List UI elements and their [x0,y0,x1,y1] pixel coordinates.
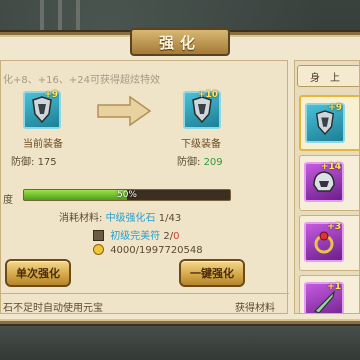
enhance-progress-bar: 50% [23,189,231,201]
side-list-item[interactable]: +1 [299,275,359,313]
charm-name[interactable]: 初级完美符 [110,231,160,242]
one-click-enhance-label: 一键强化 [190,267,234,280]
next-defense-label: 防御: [177,157,201,168]
item-icon-frame: +1 [304,282,344,313]
background-rail [40,0,44,30]
current-equip-defense: 防御: 175 [11,153,57,168]
charm-have: 2/ [163,231,174,242]
consume-label: 消耗材料: [59,213,103,224]
side-list-item[interactable]: +14 [299,155,359,211]
item-bonus: +3 [327,222,341,232]
next-equip-defense: 防御: 209 [177,153,223,168]
material-stone-row: 消耗材料: 中级强化石 1/43 [59,209,181,224]
item-icon-frame: +9 [305,103,345,143]
background-rail [76,0,80,30]
ring-icon [314,231,334,254]
current-equip-bonus: +9 [44,90,58,100]
panel-title-text: 强化 [158,33,201,52]
next-equip-bonus: +10 [197,90,218,100]
stone-count: 1/43 [158,213,182,224]
material-charm-row: 初级完美符 2/0 [93,227,179,242]
next-equip-label: 下级装备 [181,139,221,150]
blade-icon [313,290,335,313]
next-defense-value: 209 [203,157,223,168]
gold-coin-icon [93,244,104,255]
auto-yuanbao-option[interactable]: 石不足时自动使用元宝 [3,299,103,314]
tab-equipped[interactable]: 身上 [297,65,359,87]
equipment-side-list: 身上 +9 +14 +3 +1 [294,60,360,314]
side-list-item[interactable]: +9 [299,95,359,151]
side-list-item[interactable]: +3 [299,215,359,271]
shield-icon [32,96,52,124]
panel-footer: 石不足时自动使用元宝 获得材料 [1,293,289,315]
panel-title: 强化 [130,28,230,56]
effect-hint-text: 化+8、+16、+24可获得超炫特效 [3,75,160,86]
one-click-enhance-button[interactable]: 一键强化 [179,259,245,287]
single-enhance-button[interactable]: 单次强化 [5,259,71,287]
item-bonus: +1 [327,282,341,292]
progress-percent: 50% [116,190,137,200]
stone-name[interactable]: 中级强化石 [106,213,156,224]
gold-cost-row: 4000/1997720548 [93,244,203,256]
background-floor [0,320,360,360]
item-icon-frame: +3 [304,222,344,262]
current-defense-value: 175 [37,157,57,168]
shield-icon [192,96,212,124]
charm-checkbox-icon[interactable] [93,230,104,241]
single-enhance-label: 单次强化 [16,267,60,280]
progress-label: 度 [3,195,13,206]
item-bonus: +14 [320,162,341,172]
current-equip-slot[interactable]: +9 [23,90,61,129]
next-equip-slot[interactable]: +10 [183,90,221,129]
upgrade-arrow-icon [97,95,152,127]
gold-cost: 4000/1997720548 [110,245,203,256]
enhance-work-area: 化+8、+16、+24可获得超炫特效 +9 当前装备 防御: 175 +10 下… [0,60,289,315]
background-rail [58,0,62,30]
charm-need: 0 [173,231,180,242]
current-defense-label: 防御: [11,157,35,168]
item-icon-frame: +14 [304,162,344,202]
item-bonus: +9 [328,103,342,113]
helmet-icon [313,171,335,192]
current-equip-label: 当前装备 [23,139,63,150]
shield-icon [315,110,335,136]
obtain-materials-link[interactable]: 获得材料 [235,299,275,314]
